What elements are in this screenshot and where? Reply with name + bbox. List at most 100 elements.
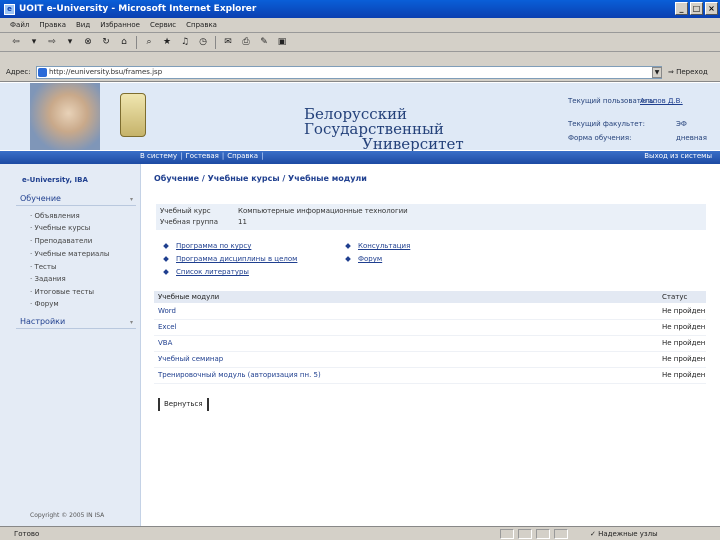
go-button[interactable]: ⇒ Переход <box>668 68 708 76</box>
go-arrow-icon: ⇒ <box>668 68 674 76</box>
back-icon[interactable]: ⇦ <box>10 36 22 48</box>
module-name[interactable]: Word <box>154 303 658 320</box>
section-divider <box>16 205 136 206</box>
menu-tools[interactable]: Сервис <box>150 21 176 29</box>
sidebar-item-label: Тесты <box>34 263 57 271</box>
group-label: Учебная группа <box>160 218 219 226</box>
back-button[interactable]: Вернуться <box>158 398 209 411</box>
link-consultation[interactable]: Консультация <box>345 242 410 250</box>
link-forum[interactable]: Форум <box>345 255 382 263</box>
discuss-icon[interactable]: ▣ <box>276 36 288 48</box>
link-discipline-program[interactable]: Программа дисциплины в целом <box>163 255 297 263</box>
search-icon[interactable]: ⌕ <box>143 36 155 48</box>
sidebar-item-label: Учебные материалы <box>34 250 110 258</box>
sidebar-brand[interactable]: e-University, IBA <box>22 176 88 184</box>
sidebar-item-courses[interactable]: · Учебные курсы <box>30 224 90 232</box>
bullet-icon <box>345 256 351 262</box>
link-label[interactable]: Список литературы <box>176 268 249 276</box>
sidebar: e-University, IBA Обучение ▾ · Объявлени… <box>0 164 141 526</box>
module-status: Не пройден <box>658 303 706 320</box>
sidebar-item-label: Задания <box>34 275 66 283</box>
module-name[interactable]: Тренировочный модуль (авторизация пн. 5) <box>154 367 658 384</box>
refresh-icon[interactable]: ↻ <box>100 36 112 48</box>
history-icon[interactable]: ◷ <box>197 36 209 48</box>
nav-separator: | <box>261 152 264 160</box>
sidebar-item-forum[interactable]: · Форум <box>30 300 59 308</box>
favorites-icon[interactable]: ★ <box>161 36 173 48</box>
sidebar-section-learning[interactable]: Обучение <box>20 194 61 203</box>
window-controls: _ □ × <box>675 2 718 15</box>
status-cell <box>536 529 550 539</box>
sidebar-item-final-tests[interactable]: · Итоговые тесты <box>30 288 94 296</box>
address-input[interactable]: http://euniversity.bsu/frames.jsp <box>36 66 662 79</box>
collapse-icon[interactable]: ▾ <box>130 196 133 203</box>
window-title-bar: e UOIT e-University - Microsoft Internet… <box>0 0 720 18</box>
current-faculty-value: ЭФ <box>676 120 687 128</box>
sidebar-item-teachers[interactable]: · Преподаватели <box>30 237 92 245</box>
menu-favorites[interactable]: Избранное <box>100 21 140 29</box>
table-row: Тренировочный модуль (авторизация пн. 5)… <box>154 367 706 384</box>
table-row: Учебный семинар Не пройден <box>154 351 706 368</box>
link-label[interactable]: Программа дисциплины в целом <box>176 255 297 263</box>
menu-file[interactable]: Файл <box>10 21 29 29</box>
menu-help[interactable]: Справка <box>186 21 217 29</box>
logout-link[interactable]: Выход из системы <box>644 152 712 160</box>
nav-system[interactable]: В систему <box>140 152 177 160</box>
close-button[interactable]: × <box>705 2 718 15</box>
group-row: Учебная группа 11 <box>160 218 247 226</box>
address-dropdown-button[interactable]: ▼ <box>652 67 662 78</box>
module-name[interactable]: Excel <box>154 319 658 336</box>
sidebar-item-label: Объявления <box>34 212 80 220</box>
section-divider <box>16 328 136 329</box>
browser-toolbar: ⇦ ▾ ⇨ ▾ ⊗ ↻ ⌂ ⌕ ★ ♫ ◷ ✉ ⎙ ✎ ▣ <box>0 33 720 52</box>
collapse-icon[interactable]: ▾ <box>130 319 133 326</box>
site-header: Белорусский Государственный Университет … <box>0 83 720 153</box>
menu-view[interactable]: Вид <box>76 21 90 29</box>
print-icon[interactable]: ⎙ <box>240 36 252 48</box>
link-label[interactable]: Программа по курсу <box>176 242 251 250</box>
link-label[interactable]: Форум <box>358 255 382 263</box>
minimize-button[interactable]: _ <box>675 2 688 15</box>
maximize-button[interactable]: □ <box>690 2 703 15</box>
status-cell <box>554 529 568 539</box>
media-icon[interactable]: ♫ <box>179 36 191 48</box>
copyright: Copyright © 2005 IN ISA <box>30 512 105 519</box>
logo-line-3: Университет <box>362 135 464 153</box>
table-row: VBA Не пройден <box>154 335 706 352</box>
sidebar-item-label: Учебные курсы <box>34 224 91 232</box>
security-zone: ✓ Надежные узлы <box>590 530 658 538</box>
current-user-value[interactable]: Агапов Д.В. <box>640 97 683 105</box>
sidebar-item-announcements[interactable]: · Объявления <box>30 212 80 220</box>
sidebar-item-tests[interactable]: · Тесты <box>30 263 57 271</box>
go-label: Переход <box>676 68 708 76</box>
group-value: 11 <box>238 218 247 226</box>
menu-edit[interactable]: Правка <box>39 21 66 29</box>
bullet-icon <box>163 256 169 262</box>
link-program[interactable]: Программа по курсу <box>163 242 251 250</box>
forward-icon[interactable]: ⇨ <box>46 36 58 48</box>
dropdown-icon[interactable]: ▾ <box>64 36 76 48</box>
ie-icon: e <box>4 3 15 15</box>
edit-icon[interactable]: ✎ <box>258 36 270 48</box>
sidebar-item-materials[interactable]: · Учебные материалы <box>30 250 109 258</box>
module-name[interactable]: VBA <box>154 335 658 352</box>
stop-icon[interactable]: ⊗ <box>82 36 94 48</box>
link-label[interactable]: Консультация <box>358 242 410 250</box>
page-icon <box>38 68 47 77</box>
mail-icon[interactable]: ✉ <box>222 36 234 48</box>
toolbar-separator <box>215 35 216 49</box>
home-icon[interactable]: ⌂ <box>118 36 130 48</box>
nav-help[interactable]: Справка <box>227 152 258 160</box>
course-label: Учебный курс <box>160 207 211 215</box>
bullet-icon <box>345 243 351 249</box>
link-literature[interactable]: Список литературы <box>163 268 249 276</box>
address-label: Адрес: <box>6 68 31 76</box>
module-name[interactable]: Учебный семинар <box>154 351 658 368</box>
modules-table: Учебные модули Статус Word Не пройден Ex… <box>154 291 706 384</box>
sidebar-section-settings[interactable]: Настройки <box>20 317 65 326</box>
sidebar-item-assignments[interactable]: · Задания <box>30 275 66 283</box>
top-navigation: В систему | Гостевая | Справка | Выход и… <box>0 151 720 164</box>
dropdown-icon[interactable]: ▾ <box>28 36 40 48</box>
bullet-icon <box>163 243 169 249</box>
nav-guestbook[interactable]: Гостевая <box>185 152 218 160</box>
